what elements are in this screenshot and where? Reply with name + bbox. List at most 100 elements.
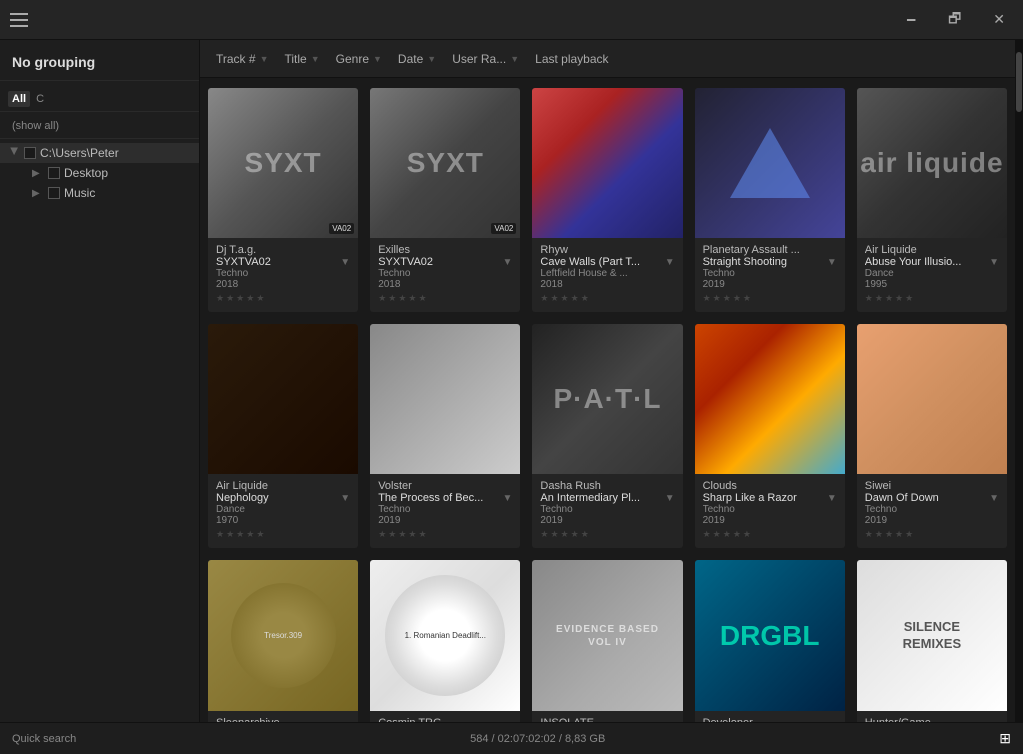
- maximize-button[interactable]: 🗗: [940, 4, 969, 36]
- content-area: Track # ▼ Title ▼ Genre ▼ Date ▼ User Ra…: [200, 40, 1015, 722]
- album-card[interactable]: SILENCE REMIXES Hunter/Game ▼ Techno ★★★…: [857, 560, 1007, 722]
- album-dropdown[interactable]: ▼: [502, 493, 512, 504]
- album-genre-row: Nephology ▼: [216, 492, 350, 504]
- star: ★: [236, 293, 244, 304]
- album-dropdown[interactable]: ▼: [989, 257, 999, 268]
- scrollbar-track[interactable]: [1015, 40, 1023, 722]
- star: ★: [733, 529, 741, 540]
- quick-search-label[interactable]: Quick search: [12, 733, 76, 745]
- album-dropdown[interactable]: ▼: [989, 493, 999, 504]
- album-artist: Siwei: [865, 480, 999, 492]
- star: ★: [723, 529, 731, 540]
- sleep-art-inner: Tresor.309: [231, 583, 336, 688]
- statusbar: Quick search 584 / 02:07:02:02 / 8,83 GB…: [0, 722, 1023, 754]
- star: ★: [561, 529, 569, 540]
- album-year: 2019: [703, 515, 837, 526]
- star: ★: [398, 529, 406, 540]
- album-dropdown[interactable]: ▼: [340, 257, 350, 268]
- grouping-label: No grouping: [0, 48, 199, 81]
- tree-arrow-music: ▶: [32, 188, 44, 199]
- album-stars: ★★★★★: [865, 529, 999, 540]
- album-card[interactable]: Clouds Sharp Like a Razor ▼ Techno 2019 …: [695, 324, 845, 548]
- album-card[interactable]: SYXTVA02 Exilles SYXTVA02 ▼ Techno 2018 …: [370, 88, 520, 312]
- album-art: Tresor.309: [208, 560, 358, 710]
- album-info: Planetary Assault ... Straight Shooting …: [695, 238, 845, 312]
- col-lastplayback[interactable]: Last playback: [527, 48, 616, 70]
- col-title[interactable]: Title ▼: [276, 48, 327, 70]
- album-dropdown[interactable]: ▼: [665, 257, 675, 268]
- album-genre: Techno: [216, 268, 350, 279]
- titlebar: 🗕 🗗 ✕: [0, 0, 1023, 40]
- album-card[interactable]: P·A·T·L Dasha Rush An Intermediary Pl...…: [532, 324, 682, 548]
- album-genre: Techno: [378, 504, 512, 515]
- album-artist: Air Liquide: [216, 480, 350, 492]
- col-userrating-label: User Ra...: [452, 52, 506, 66]
- scrollbar-thumb[interactable]: [1016, 52, 1022, 112]
- album-info: Cosmin TRG 1. Romanian Deadlift... ▼ Tec…: [370, 711, 520, 722]
- album-card[interactable]: Planetary Assault ... Straight Shooting …: [695, 88, 845, 312]
- art-text-label: P·A·T·L: [553, 383, 661, 415]
- album-dropdown[interactable]: ▼: [827, 257, 837, 268]
- album-dropdown[interactable]: ▼: [340, 493, 350, 504]
- album-artist: Volster: [378, 480, 512, 492]
- letter-c[interactable]: C: [32, 91, 48, 107]
- col-track-filter: ▼: [260, 54, 269, 64]
- album-card[interactable]: air liquide Air Liquide Abuse Your Illus…: [857, 88, 1007, 312]
- star: ★: [865, 293, 873, 304]
- hamburger-icon[interactable]: [10, 13, 28, 27]
- close-button[interactable]: ✕: [985, 7, 1013, 32]
- letter-all[interactable]: All: [8, 91, 30, 107]
- tree-sub: ▶ Desktop ▶ Music: [0, 163, 199, 203]
- art-text-label: air liquide: [860, 147, 1003, 179]
- col-track[interactable]: Track # ▼: [208, 48, 276, 70]
- minimize-button[interactable]: 🗕: [898, 4, 924, 36]
- album-genre: Techno: [703, 268, 837, 279]
- album-card[interactable]: DRGBL Developer ▼ Techno ★★★★★: [695, 560, 845, 722]
- art-label: VA02: [329, 223, 354, 234]
- star: ★: [885, 529, 893, 540]
- col-genre[interactable]: Genre ▼: [328, 48, 390, 70]
- album-genre: Techno: [703, 504, 837, 515]
- album-card[interactable]: SYXTVA02 Dj T.a.g. SYXTVA02 ▼ Techno 201…: [208, 88, 358, 312]
- album-artist: Air Liquide: [865, 244, 999, 256]
- star: ★: [875, 529, 883, 540]
- col-date[interactable]: Date ▼: [390, 48, 444, 70]
- album-card[interactable]: Tresor.309 Sleeparchive Beslant Recordin…: [208, 560, 358, 722]
- album-dropdown[interactable]: ▼: [665, 493, 675, 504]
- col-userrating[interactable]: User Ra... ▼: [444, 48, 527, 70]
- album-card[interactable]: EVIDENCE BASEDVOL IV INSOLATE Evidence B…: [532, 560, 682, 722]
- tree-checkbox-music[interactable]: [48, 187, 60, 199]
- star: ★: [713, 293, 721, 304]
- album-card[interactable]: Rhyw Cave Walls (Part T... ▼ Leftfield H…: [532, 88, 682, 312]
- col-title-label: Title: [284, 52, 306, 66]
- star: ★: [550, 529, 558, 540]
- album-dropdown[interactable]: ▼: [502, 257, 512, 268]
- album-card[interactable]: Volster The Process of Bec... ▼ Techno 2…: [370, 324, 520, 548]
- grid-view-button[interactable]: ⊞: [999, 730, 1011, 747]
- album-title: SYXTVA02: [216, 256, 271, 268]
- tree-checkbox-root[interactable]: [24, 147, 36, 159]
- hunter-art-text: SILENCE REMIXES: [903, 619, 962, 653]
- star: ★: [419, 293, 427, 304]
- album-card[interactable]: Air Liquide Nephology ▼ Dance 1970 ★★★★★: [208, 324, 358, 548]
- tree-item-root[interactable]: ▶ C:\Users\Peter: [0, 143, 199, 163]
- star: ★: [378, 529, 386, 540]
- tree-item-music[interactable]: ▶ Music: [24, 183, 199, 203]
- col-date-filter: ▼: [427, 54, 436, 64]
- tree-checkbox-desktop[interactable]: [48, 167, 60, 179]
- tree-item-desktop[interactable]: ▶ Desktop: [24, 163, 199, 183]
- album-card[interactable]: Siwei Dawn Of Down ▼ Techno 2019 ★★★★★: [857, 324, 1007, 548]
- album-grid: SYXTVA02 Dj T.a.g. SYXTVA02 ▼ Techno 201…: [208, 88, 1007, 722]
- star: ★: [378, 293, 386, 304]
- star: ★: [571, 293, 579, 304]
- album-card[interactable]: 1. Romanian Deadlift... Cosmin TRG 1. Ro…: [370, 560, 520, 722]
- star: ★: [256, 529, 264, 540]
- album-dropdown[interactable]: ▼: [827, 493, 837, 504]
- star: ★: [388, 529, 396, 540]
- show-all[interactable]: (show all): [0, 118, 199, 139]
- star: ★: [733, 293, 741, 304]
- album-art: SYXTVA02: [208, 88, 358, 238]
- album-title: Nephology: [216, 492, 269, 504]
- album-grid-area[interactable]: SYXTVA02 Dj T.a.g. SYXTVA02 ▼ Techno 201…: [200, 78, 1015, 722]
- album-info: Clouds Sharp Like a Razor ▼ Techno 2019 …: [695, 474, 845, 548]
